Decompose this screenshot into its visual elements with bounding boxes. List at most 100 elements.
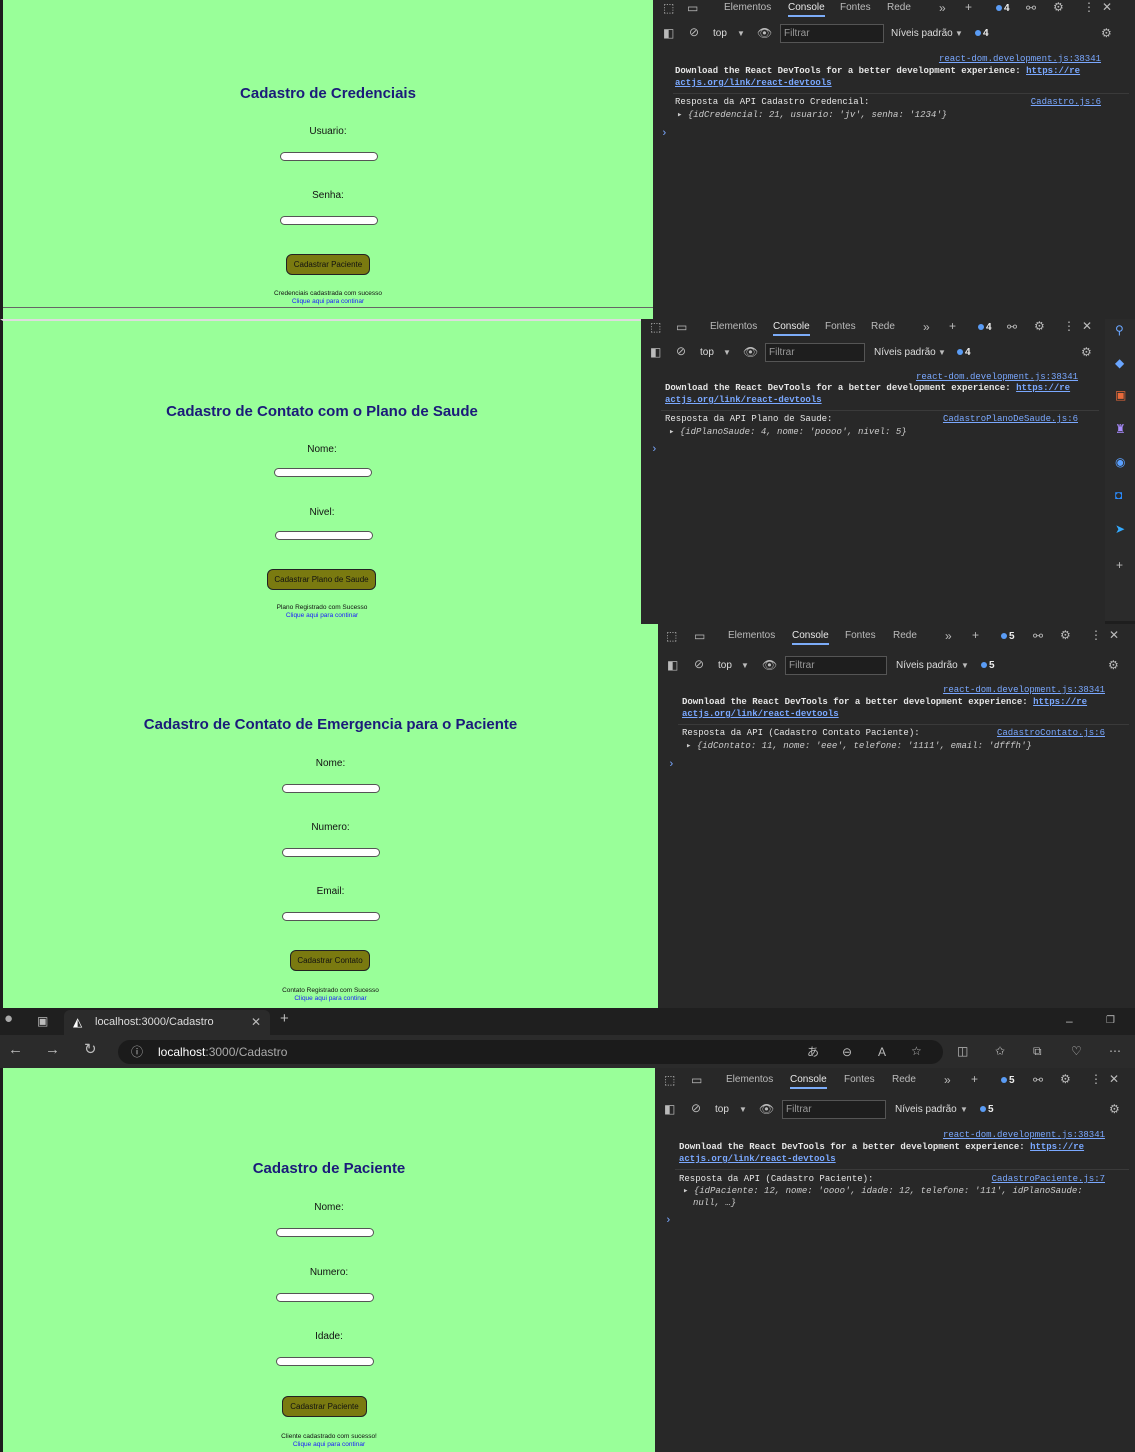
react-source-link[interactable]: react-dom.development.js:38341 <box>916 372 1078 382</box>
tools-icon[interactable]: ▣ <box>1115 389 1126 401</box>
email-input[interactable] <box>282 912 380 921</box>
page-title: Cadastro de Credenciais <box>240 85 416 102</box>
numero-label: Numero: <box>309 1267 349 1278</box>
browser-chrome: ● ▣ ◭ localhost:3000/Cadastro ✕ + – ❐ ← … <box>0 1008 1135 1068</box>
react-devtools-message: Download the React DevTools for a better… <box>682 697 1088 707</box>
log-source-link[interactable]: CadastroPlanoDeSaude.js:6 <box>943 414 1078 424</box>
log-label: Resposta da API Plano de Saude: <box>665 414 833 424</box>
log-source-link[interactable]: Cadastro.js:6 <box>1031 97 1101 107</box>
send-icon[interactable]: ➤ <box>1115 523 1125 535</box>
back-icon[interactable]: ← <box>8 1042 23 1057</box>
numero-input[interactable] <box>276 1293 374 1302</box>
translate-icon[interactable]: あ <box>807 1046 819 1058</box>
console-output: react-dom.development.js:38341 Download … <box>658 624 1135 1008</box>
react-devtools-message: Download the React DevTools for a better… <box>679 1142 1085 1152</box>
log-object[interactable]: ▸ {idPaciente: 12, nome: 'oooo', idade: … <box>683 1186 1083 1196</box>
nome-input[interactable] <box>282 784 380 793</box>
collections-icon[interactable]: ⧉ <box>1033 1045 1042 1057</box>
zoom-icon[interactable]: ⊖ <box>842 1046 852 1058</box>
continue-link[interactable]: Clique aqui para continar <box>3 298 653 305</box>
log-object[interactable]: ▸ {idPlanoSaude: 4, nome: 'poooo', nivel… <box>669 427 907 437</box>
screenshot-panel-2: Cadastro de Contato com o Plano de Saude… <box>0 319 1135 624</box>
page-title: Cadastro de Paciente <box>252 1160 406 1177</box>
browser-menu-icon[interactable]: ⋯ <box>1109 1045 1121 1057</box>
email-label: Email: <box>316 886 345 897</box>
senha-input[interactable] <box>280 216 378 225</box>
nome-label: Nome: <box>307 444 337 455</box>
react-source-link[interactable]: react-dom.development.js:38341 <box>943 685 1105 695</box>
devtools-panel: ⬚ ▭ Elementos Console Fontes Rede » + 4 … <box>653 0 1135 319</box>
workspaces-icon[interactable]: ▣ <box>37 1015 48 1027</box>
console-separator <box>678 724 1129 725</box>
log-label: Resposta da API Cadastro Credencial: <box>675 97 870 107</box>
console-output: react-dom.development.js:38341 Download … <box>655 1068 1135 1452</box>
nome-label: Nome: <box>315 758 346 769</box>
copilot-icon[interactable]: ◉ <box>1115 456 1125 468</box>
continue-link[interactable]: Clique aqui para continar <box>3 612 641 619</box>
idade-input[interactable] <box>276 1357 374 1366</box>
nome-input[interactable] <box>276 1228 374 1237</box>
log-source-link[interactable]: CadastroPaciente.js:7 <box>992 1174 1105 1184</box>
senha-label: Senha: <box>312 190 344 201</box>
minimize-icon[interactable]: – <box>1066 1015 1073 1027</box>
numero-input[interactable] <box>282 848 380 857</box>
devtools-panel: ⬚ ▭ Elementos Console Fontes Rede » + 5 … <box>658 624 1135 1008</box>
react-devtools-url[interactable]: actjs.org/link/react-devtools <box>675 78 832 88</box>
site-info-icon[interactable]: ⓘ <box>131 1046 143 1058</box>
new-tab-icon[interactable]: + <box>280 1011 289 1026</box>
outlook-icon[interactable]: ◘ <box>1115 489 1122 501</box>
nome-input[interactable] <box>274 468 372 477</box>
success-message: Contato Registrado com Sucesso <box>282 987 379 994</box>
cadastrar-button[interactable]: Cadastrar Contato <box>290 950 370 971</box>
log-object[interactable]: ▸ {idCredencial: 21, usuario: 'jv', senh… <box>677 110 947 120</box>
cadastrar-button[interactable]: Cadastrar Plano de Saude <box>267 569 376 590</box>
cadastrar-button[interactable]: Cadastrar Paciente <box>286 254 370 275</box>
reload-icon[interactable]: ↻ <box>84 1042 97 1057</box>
console-prompt[interactable]: › <box>668 759 675 771</box>
react-devtools-message: Download the React DevTools for a better… <box>675 66 1081 76</box>
console-prompt[interactable]: › <box>665 1215 672 1227</box>
close-tab-icon[interactable]: ✕ <box>251 1016 261 1028</box>
profile-icon[interactable]: ● <box>4 1011 13 1026</box>
app-paciente: Cadastro de Paciente Nome: Numero: Idade… <box>0 1068 655 1452</box>
console-prompt[interactable]: › <box>661 128 668 140</box>
console-separator <box>661 410 1099 411</box>
react-source-link[interactable]: react-dom.development.js:38341 <box>943 1130 1105 1140</box>
console-separator <box>673 93 1129 94</box>
games-icon[interactable]: ♜ <box>1115 423 1126 435</box>
react-devtools-url[interactable]: actjs.org/link/react-devtools <box>665 395 822 405</box>
continue-link[interactable]: Clique aqui para continar <box>3 995 658 1002</box>
restore-icon[interactable]: ❐ <box>1106 1015 1115 1027</box>
read-aloud-icon[interactable]: A <box>878 1046 886 1058</box>
search-icon[interactable]: ⚲ <box>1115 324 1124 336</box>
react-source-link[interactable]: react-dom.development.js:38341 <box>939 54 1101 64</box>
console-prompt[interactable]: › <box>651 444 658 456</box>
add-sidebar-icon[interactable]: + <box>1116 559 1123 571</box>
screenshot-panel-3: Cadastro de Contato de Emergencia para o… <box>0 624 1135 1008</box>
extensions-icon[interactable]: ♡ <box>1071 1045 1082 1057</box>
idade-label: Idade: <box>315 1331 343 1342</box>
app-plano-saude: Cadastro de Contato com o Plano de Saude… <box>0 319 641 624</box>
log-source-link[interactable]: CadastroContato.js:6 <box>997 728 1105 738</box>
usuario-input[interactable] <box>280 152 378 161</box>
site-favicon-icon: ◭ <box>73 1015 83 1029</box>
address-bar[interactable]: ⓘ localhost:3000/Cadastro あ ⊖ A ☆ <box>118 1040 943 1064</box>
favorite-star-icon[interactable]: ☆ <box>911 1045 922 1057</box>
split-screen-icon[interactable]: ◫ <box>957 1045 968 1057</box>
browser-sidebar: ⚲ ◆ ▣ ♜ ◉ ◘ ➤ + <box>1105 319 1135 621</box>
url-text: localhost:3000/Cadastro <box>158 1045 288 1059</box>
log-label: Resposta da API (Cadastro Paciente): <box>679 1174 874 1184</box>
cadastrar-button[interactable]: Cadastrar Paciente <box>282 1396 367 1417</box>
continue-link[interactable]: Clique aqui para continar <box>3 1441 655 1448</box>
browser-tab[interactable]: ◭ localhost:3000/Cadastro ✕ <box>64 1010 270 1035</box>
react-devtools-url[interactable]: actjs.org/link/react-devtools <box>682 709 839 719</box>
react-devtools-message: Download the React DevTools for a better… <box>665 383 1071 393</box>
forward-icon[interactable]: → <box>45 1042 60 1057</box>
nivel-input[interactable] <box>275 531 373 540</box>
log-label: Resposta da API (Cadastro Contato Pacien… <box>682 728 920 738</box>
favorites-icon[interactable]: ✩ <box>995 1045 1005 1057</box>
log-object[interactable]: ▸ {idContato: 11, nome: 'eee', telefone:… <box>686 741 1032 751</box>
react-devtools-url[interactable]: actjs.org/link/react-devtools <box>679 1154 836 1164</box>
console-separator <box>675 1169 1129 1170</box>
shopping-icon[interactable]: ◆ <box>1115 357 1124 369</box>
